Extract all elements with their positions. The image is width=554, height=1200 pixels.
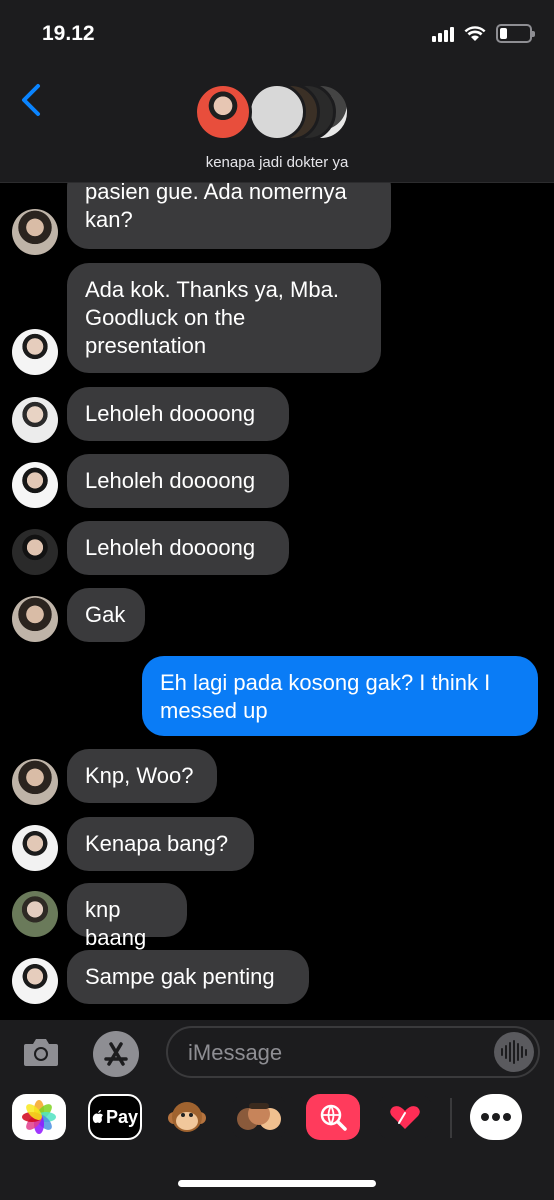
sender-avatar[interactable] [12,462,58,508]
group-avatar [248,83,306,141]
digital-touch-app-icon[interactable] [378,1094,432,1140]
memoji-faces-icon [237,1103,281,1130]
group-avatar [194,83,252,141]
message-input[interactable] [188,1038,488,1068]
globe-search-icon [320,1104,347,1131]
group-avatars[interactable] [194,83,364,143]
sender-avatar[interactable] [12,529,58,575]
ellipsis-icon [481,1113,511,1121]
more-apps-icon[interactable] [470,1094,522,1140]
home-indicator[interactable] [178,1180,376,1187]
message-bubble[interactable]: Ada kok. Thanks ya, Mba. Goodluck on the… [67,263,381,373]
message-list[interactable]: pasien gue. Ada nomernya kan? Ada kok. T… [0,183,554,1020]
monkey-icon [168,1102,206,1132]
message-bubble-outgoing[interactable]: Eh lagi pada kosong gak? I think I messe… [142,656,538,736]
sender-avatar[interactable] [12,596,58,642]
sender-avatar[interactable] [12,209,58,255]
message-bubble[interactable]: Kenapa bang? [67,817,254,871]
message-bubble[interactable]: Knp, Woo? [67,749,217,803]
message-input-field[interactable] [166,1026,540,1078]
sender-avatar[interactable] [12,958,58,1004]
status-time: 19.12 [42,22,95,45]
message-bubble[interactable]: pasien gue. Ada nomernya kan? [67,183,391,249]
sender-avatar[interactable] [12,759,58,805]
back-chevron-icon[interactable] [16,80,46,120]
app-drawer-divider [450,1098,452,1138]
sender-avatar[interactable] [12,825,58,871]
group-name[interactable]: kenapa jadi dokter ya [0,154,554,171]
sender-avatar[interactable] [12,397,58,443]
photos-flower-icon [22,1100,56,1134]
message-bubble[interactable]: Leholeh doooong [67,454,289,508]
battery-icon [496,24,535,43]
conversation-header: 19.12 kenapa jadi dokter ya [0,0,554,183]
message-bubble[interactable]: Sampe gak penting [67,950,309,1004]
app-store-button[interactable] [93,1031,139,1077]
animoji-app-icon[interactable] [160,1094,214,1140]
photos-app-icon[interactable] [12,1094,66,1140]
message-bubble[interactable]: Leholeh doooong [67,521,289,575]
web-search-app-icon[interactable] [306,1094,360,1140]
memoji-app-icon[interactable] [232,1094,286,1140]
message-bubble[interactable]: knp baang [67,883,187,950]
heart-icon [387,1101,423,1133]
wifi-icon [464,25,486,41]
app-drawer: Pay [0,1094,554,1144]
sender-avatar[interactable] [12,329,58,375]
message-bubble[interactable]: Leholeh doooong [67,387,289,441]
apple-pay-label: Pay [105,1106,139,1127]
status-icons [432,24,535,43]
sender-avatar[interactable] [12,891,58,937]
cellular-signal-icon [432,26,454,42]
apple-pay-app-icon[interactable]: Pay [88,1094,142,1140]
audio-message-icon[interactable] [494,1032,534,1072]
app-store-icon [104,1042,128,1066]
camera-icon[interactable] [22,1036,60,1068]
apple-logo-icon [92,1110,103,1123]
message-bubble[interactable]: Gak [67,588,145,642]
